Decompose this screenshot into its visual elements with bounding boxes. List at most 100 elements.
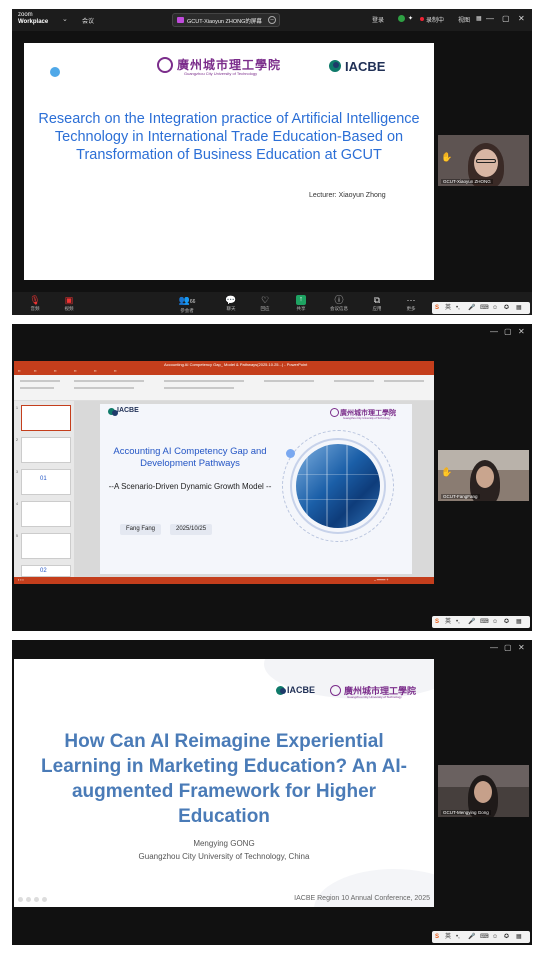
chevron-down-icon[interactable]: ⌄ xyxy=(62,15,68,23)
zoom-slider[interactable]: – ━━━━ + xyxy=(374,578,388,582)
participant-video-tile[interactable]: GCUT-Mengying Gong xyxy=(438,765,529,817)
ime-language-label[interactable]: 英 xyxy=(445,618,451,626)
ribbon-group[interactable] xyxy=(74,387,134,389)
ribbon-tab[interactable]: ▪▪ xyxy=(18,369,20,373)
login-button[interactable]: 登录 xyxy=(372,15,384,24)
view-button[interactable]: 视图 xyxy=(458,15,470,24)
prev-slide-icon[interactable] xyxy=(18,897,23,902)
keyboard-icon[interactable]: ⌨ xyxy=(480,933,489,941)
ime-language-label[interactable]: 英 xyxy=(445,304,451,312)
skin-icon[interactable]: ✪ xyxy=(504,618,509,626)
close-icon[interactable]: ✕ xyxy=(518,643,525,652)
ribbon-tab[interactable]: ▪▪ xyxy=(114,369,116,373)
participant-video-tile[interactable]: ✋ GCUT-Xiaoyun ZHONG xyxy=(438,135,529,186)
ribbon-tab[interactable]: ▪▪ xyxy=(34,369,36,373)
thumb-number: 5 xyxy=(16,534,18,538)
security-shield-icon[interactable] xyxy=(398,15,405,22)
more-button[interactable]: ⋯ 更多 xyxy=(396,295,426,312)
grid-icon[interactable]: ▦ xyxy=(476,15,482,22)
ime-toolbar[interactable]: S 英 •, 🎤 ⌨ ☺ ✪ ▦ xyxy=(432,616,530,628)
participant-name: GCUT-FangFang xyxy=(441,494,480,499)
mic-icon[interactable]: 🎤 xyxy=(468,618,475,626)
maximize-icon[interactable]: ▢ xyxy=(504,327,512,336)
slide-thumbnail[interactable]: 4 xyxy=(16,501,71,527)
share-button[interactable]: ↑ 共享 xyxy=(286,295,316,312)
meeting-menu[interactable]: 会议 xyxy=(82,16,94,25)
ime-language-label[interactable]: 英 xyxy=(445,933,451,941)
skin-icon[interactable]: ✪ xyxy=(504,933,509,941)
emoji-icon[interactable]: ☺ xyxy=(492,304,498,312)
ribbon-tab[interactable]: ▪▪ xyxy=(54,369,56,373)
pen-icon[interactable] xyxy=(34,897,39,902)
ribbon-group[interactable] xyxy=(334,380,374,382)
audio-button[interactable]: 🎙 音频 xyxy=(20,295,50,312)
slide-thumbnail[interactable]: 1 xyxy=(16,405,71,431)
ppt-status-bar: ▪ ▪ ▪ – ━━━━ + xyxy=(14,577,434,584)
zoom-logo-top: zoom xyxy=(18,12,33,18)
thumb-number: 3 xyxy=(16,470,18,474)
ribbon-group[interactable] xyxy=(264,380,314,382)
zoom-logo-bottom: Workplace xyxy=(18,19,49,25)
minimize-icon[interactable]: — xyxy=(490,643,498,652)
share-icon: ↑ xyxy=(296,295,306,305)
mic-icon[interactable]: 🎤 xyxy=(468,304,475,312)
participant-name: GCUT-Mengying Gong xyxy=(441,810,491,815)
menu-grid-icon[interactable]: ▦ xyxy=(516,304,522,312)
ribbon-group[interactable] xyxy=(164,387,234,389)
mic-icon[interactable]: 🎤 xyxy=(468,933,475,941)
menu-grid-icon[interactable]: ▦ xyxy=(516,618,522,626)
slide-thumbnail[interactable]: 3 01 xyxy=(16,469,71,495)
stop-share-icon[interactable]: – xyxy=(268,16,276,24)
lecturer-name: Lecturer: Xiaoyun Zhong xyxy=(309,192,386,199)
emoji-icon[interactable]: ☺ xyxy=(492,933,498,941)
next-slide-icon[interactable] xyxy=(26,897,31,902)
close-icon[interactable]: ✕ xyxy=(518,327,525,336)
punctuation-icon[interactable]: •, xyxy=(456,304,460,312)
thumb-number: 4 xyxy=(16,502,18,506)
settings-icon[interactable]: ✦ xyxy=(408,15,413,22)
maximize-icon[interactable]: ▢ xyxy=(504,643,512,652)
keyboard-icon[interactable]: ⌨ xyxy=(480,618,489,626)
iacbe-label: IACBE xyxy=(117,407,139,414)
ribbon-group[interactable] xyxy=(164,380,244,382)
ribbon-group[interactable] xyxy=(384,380,424,382)
skin-icon[interactable]: ✪ xyxy=(504,304,509,312)
mic-muted-icon: 🎙 xyxy=(29,295,41,305)
ribbon-group[interactable] xyxy=(74,380,144,382)
punctuation-icon[interactable]: •, xyxy=(456,933,460,941)
iacbe-logo-icon xyxy=(276,686,286,695)
recording-label[interactable]: 录制中 xyxy=(426,15,444,24)
close-icon[interactable]: ✕ xyxy=(518,14,525,23)
menu-grid-icon[interactable]: ▦ xyxy=(516,933,522,941)
slide-thumbnail[interactable]: 02 xyxy=(21,565,71,577)
zoom-icon[interactable] xyxy=(42,897,47,902)
ribbon-tab[interactable]: ▪▪ xyxy=(94,369,96,373)
screen-share-indicator[interactable]: GCUT-Xiaoyun ZHONG的屏幕 – xyxy=(172,13,280,27)
participants-button[interactable]: 👥66 参会者 xyxy=(172,295,202,314)
minimize-icon[interactable]: — xyxy=(486,14,494,23)
react-button[interactable]: ♡ 回应 xyxy=(250,295,280,312)
ime-toolbar[interactable]: S 英 •, 🎤 ⌨ ☺ ✪ ▦ xyxy=(432,931,530,943)
slide-editing-canvas[interactable]: IACBE 廣州城市理工學院 Guangzhou City University… xyxy=(74,401,434,577)
participant-face xyxy=(476,466,494,488)
punctuation-icon[interactable]: •, xyxy=(456,618,460,626)
meeting-info-button[interactable]: ⓘ 会议信息 xyxy=(324,295,354,312)
slide-thumbnail[interactable]: 2 xyxy=(16,437,71,463)
participant-video-tile[interactable]: ✋ GCUT-FangFang xyxy=(438,450,529,501)
ribbon-tab[interactable]: ▪▪ xyxy=(74,369,76,373)
video-button[interactable]: ▣ 视频 xyxy=(54,295,84,312)
ribbon-group[interactable] xyxy=(20,380,60,382)
ime-toolbar[interactable]: S 英 •, 🎤 ⌨ ☺ ✪ ▦ xyxy=(432,302,530,314)
ribbon-group[interactable] xyxy=(20,387,54,389)
zoom-window-3: — ▢ ✕ IACBE 廣州城市理工學院 Guangzhou City Univ… xyxy=(12,640,532,945)
keyboard-icon[interactable]: ⌨ xyxy=(480,304,489,312)
maximize-icon[interactable]: ▢ xyxy=(502,14,510,23)
university-name-en: Guangzhou City University of Technology xyxy=(184,71,258,76)
apps-button[interactable]: ⧉ 应用 xyxy=(362,295,392,312)
emoji-icon[interactable]: ☺ xyxy=(492,618,498,626)
shared-slide: IACBE 廣州城市理工學院 Guangzhou City University… xyxy=(14,659,434,907)
minimize-icon[interactable]: — xyxy=(490,327,498,336)
slide-thumbnail[interactable]: 5 xyxy=(16,533,71,559)
chat-button[interactable]: 💬 聊天 xyxy=(216,295,246,312)
building-line xyxy=(296,499,380,500)
